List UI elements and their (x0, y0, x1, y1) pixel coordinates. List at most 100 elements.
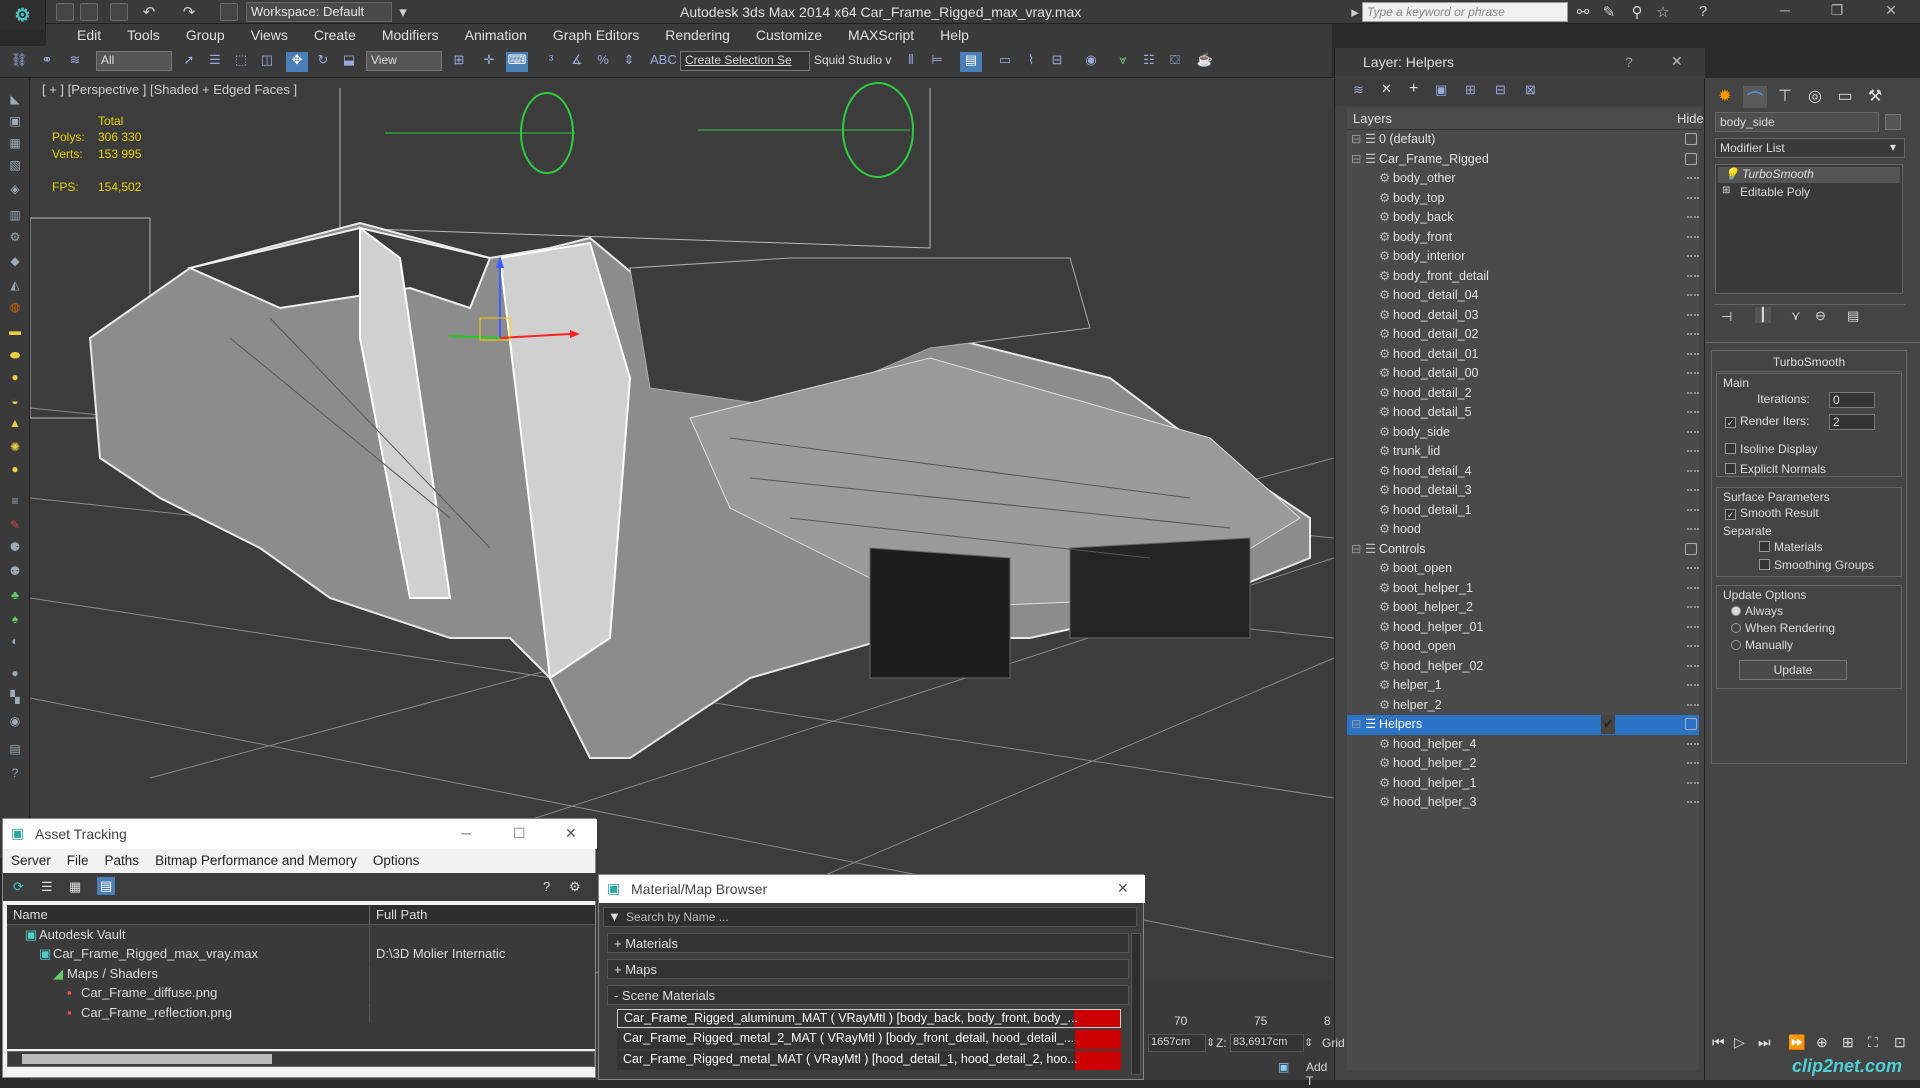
explicit-normals-checkbox[interactable] (1725, 463, 1736, 474)
material-row-metal[interactable]: Car_Frame_Rigged_metal_MAT ( VRayMtl ) [… (617, 1051, 1121, 1070)
zoom-extents-icon[interactable]: ⊞ (1842, 1034, 1854, 1051)
hide-toggle[interactable] (1685, 542, 1697, 555)
layers-icon[interactable]: ≋ (1353, 82, 1364, 98)
align-icon[interactable]: ⊨ (926, 52, 948, 72)
angle-snap-icon[interactable]: ∡ (566, 52, 588, 72)
layer-row[interactable]: ⚙ body_interior (1347, 247, 1699, 267)
x-coord-field[interactable]: 1657cm (1148, 1034, 1206, 1052)
pin-stack-icon[interactable]: ⊣ (1721, 309, 1732, 325)
materials-section[interactable]: + Materials (607, 933, 1129, 953)
display-tab-icon[interactable]: ▭ (1833, 86, 1857, 108)
menu-rendering[interactable]: Rendering (652, 24, 743, 46)
pivot-center-icon[interactable]: ⊞ (448, 52, 470, 72)
asset-row[interactable]: ▣ Car_Frame_Rigged_max_vray.max D:\3D Moli… (7, 944, 595, 964)
hide-toggle[interactable] (1687, 469, 1699, 472)
asset-horizontal-scrollbar[interactable] (7, 1051, 595, 1067)
z-coord-field[interactable]: 83,6917cm (1230, 1034, 1304, 1052)
utilities-tab-icon[interactable]: ⚒ (1863, 86, 1887, 108)
layer-row[interactable]: ⚙ hood_helper_01 (1347, 618, 1699, 638)
named-selection-set-dropdown[interactable]: Create Selection Se (680, 51, 810, 71)
isoline-checkbox[interactable] (1725, 443, 1736, 454)
stack-item-turbosmooth[interactable]: 💡 TurboSmooth (1718, 167, 1900, 183)
search-options-icon[interactable]: ▼ (608, 909, 621, 924)
menu-edit[interactable]: Edit (64, 24, 114, 46)
layer-row[interactable]: ⚙ hood_helper_4 (1347, 735, 1699, 755)
window-crossing-icon[interactable]: ◫ (256, 52, 278, 72)
tool-icon-3[interactable]: ▦ (6, 136, 24, 150)
layer-panel-title[interactable]: Layer: Helpers ? ✕ (1335, 48, 1705, 76)
next-frame-icon[interactable]: ⏭ (1758, 1034, 1771, 1051)
show-end-result-icon[interactable]: ┃ (1755, 307, 1771, 323)
redo-icon[interactable]: ↷ (180, 3, 198, 21)
make-unique-icon[interactable]: ⋎ (1791, 308, 1801, 324)
table-view-icon[interactable]: ▤ (97, 877, 116, 895)
project-folder-icon[interactable] (220, 3, 238, 21)
tool-icon-8[interactable]: ◆ (6, 254, 24, 268)
asset-row[interactable]: ▣ Autodesk Vault (7, 924, 595, 945)
percent-snap-icon[interactable]: % (592, 52, 614, 72)
app-menu-button[interactable]: ⚙ (0, 0, 46, 30)
aw-menu-options[interactable]: Options (373, 853, 420, 868)
material-editor-icon[interactable]: ◉ (1080, 52, 1102, 72)
menu-group[interactable]: Group (173, 24, 238, 46)
x-spinner-arrows[interactable]: ⇕ (1206, 1036, 1215, 1049)
layer-row[interactable]: ⚙ boot_helper_2 (1347, 598, 1699, 618)
hide-toggle[interactable] (1687, 255, 1699, 257)
selection-filter-dropdown[interactable]: All (96, 51, 172, 71)
material-row-metal-2[interactable]: Car_Frame_Rigged_metal_2_MAT ( VRayMtl )… (617, 1030, 1121, 1049)
scale-icon[interactable]: ⬓ (338, 52, 360, 72)
tool-icon-19[interactable]: ✎ (6, 518, 24, 532)
hide-toggle[interactable] (1687, 177, 1699, 179)
goto-start-icon[interactable]: ⏮ (1712, 1034, 1725, 1051)
hide-toggle[interactable] (1687, 274, 1699, 277)
aw-settings-icon[interactable]: ⚙ (569, 879, 581, 895)
layer-row[interactable]: ⚙ boot_open (1347, 559, 1699, 579)
list-view-icon[interactable]: ☰ (41, 879, 53, 895)
tool-icon-4[interactable]: ▧ (6, 158, 24, 172)
aw-menu-paths[interactable]: Paths (105, 853, 140, 868)
asset-name-header[interactable]: Name (13, 905, 48, 924)
layer-row[interactable]: ⚙ hood_detail_01 (1347, 345, 1699, 365)
tool-icon-16[interactable]: ✺ (6, 440, 24, 454)
tool-icon-9[interactable]: ◭ (6, 278, 24, 292)
lightbulb-icon[interactable]: 💡 (1724, 167, 1739, 181)
stack-item-editable-poly[interactable]: ⊞ Editable Poly (1716, 185, 1902, 201)
tool-icon-18[interactable]: ≡ (6, 494, 24, 508)
favorites-star-icon[interactable]: ☆ (1654, 3, 1672, 21)
tool-icon-25[interactable]: ● (6, 666, 24, 680)
unlink-icon[interactable]: ⚭ (36, 52, 58, 72)
tool-icon-2[interactable]: ▣ (6, 114, 24, 128)
add-to-layer-icon[interactable]: ▣ (1435, 82, 1447, 98)
tool-icon-5[interactable]: ◈ (6, 182, 24, 196)
expand-plus-icon[interactable]: ⊞ (1722, 185, 1730, 196)
close-button[interactable]: ✕ (1876, 2, 1906, 22)
layer-row[interactable]: ⚙ hood_detail_03 (1347, 306, 1699, 326)
layer-row[interactable]: ⚙ hood_detail_4 (1347, 462, 1699, 482)
hide-toggle[interactable] (1685, 133, 1697, 145)
render-iters-spinner[interactable]: 2 (1829, 414, 1875, 430)
tool-icon-1[interactable]: ◣ (6, 92, 24, 106)
hide-toggle[interactable] (1687, 450, 1699, 452)
hide-toggle[interactable] (1687, 313, 1699, 316)
layer-row[interactable]: ⚙ body_back (1347, 208, 1699, 228)
thumbnail-view-icon[interactable]: ▦ (69, 879, 81, 895)
material-search-input[interactable]: Search by Name ... (626, 910, 729, 924)
bind-spacewarp-icon[interactable]: ≋ (64, 52, 86, 72)
maximize-viewport-icon[interactable]: ⊡ (1894, 1034, 1906, 1051)
hide-toggle[interactable] (1687, 196, 1699, 199)
hide-toggle[interactable] (1687, 645, 1699, 647)
layer-row[interactable]: ⚙ hood (1347, 520, 1699, 540)
collapse-icon[interactable]: ⊟ (1351, 540, 1361, 559)
tool-icon-27[interactable]: ◉ (6, 714, 24, 728)
edit-named-sets-icon[interactable]: ABC (650, 52, 677, 72)
layer-row[interactable]: ⚙ hood_detail_1 (1347, 501, 1699, 521)
hide-toggle[interactable] (1685, 718, 1697, 730)
tool-icon-6[interactable]: ▥ (6, 208, 24, 222)
tool-icon-13[interactable]: ● (6, 370, 24, 384)
scrollbar-thumb[interactable] (22, 1054, 272, 1064)
rect-selection-icon[interactable]: ⬚ (230, 52, 252, 72)
link-icon[interactable]: ⛓ (8, 52, 30, 72)
curve-editor-icon[interactable]: ⌇ (1020, 52, 1042, 72)
asset-row[interactable]: ▪ Car_Frame_reflection.png (7, 1002, 595, 1023)
asset-tracking-titlebar[interactable]: ▣ Asset Tracking ─ ☐ ✕ (3, 819, 597, 849)
